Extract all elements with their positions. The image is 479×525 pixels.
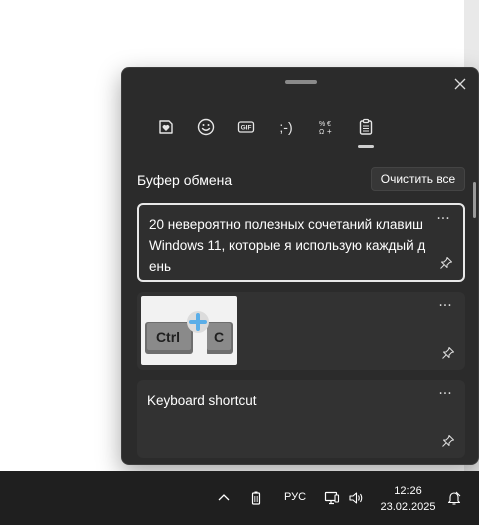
tab-clipboard[interactable]	[346, 114, 386, 148]
taskbar: РУС 12:26 23.02.2025	[0, 471, 479, 525]
tray-app-button[interactable]	[247, 489, 265, 507]
gif-label: GIF	[241, 125, 252, 132]
clipboard-item[interactable]: Ctrl C ···	[137, 292, 465, 370]
pin-icon	[442, 434, 455, 447]
more-icon: ···	[438, 298, 452, 314]
tab-kaomoji[interactable]: ;-)	[266, 114, 306, 140]
scrollbar[interactable]	[473, 182, 476, 218]
section-title: Буфер обмена	[137, 172, 233, 188]
more-icon: ···	[438, 386, 452, 402]
clock[interactable]: 12:26 23.02.2025	[376, 483, 440, 515]
svg-text:+: +	[327, 127, 332, 136]
clipboard-history-panel: GIF ;-) % € Ω + Буфер обмена Очистить вс…	[121, 67, 479, 465]
clipboard-item[interactable]: 20 невероятно полезных сочетаний клавиш …	[137, 203, 465, 282]
battery-icon	[251, 491, 261, 505]
clipboard-item-text: Keyboard shortcut	[147, 393, 257, 408]
pin-button[interactable]	[439, 344, 457, 362]
notifications-button[interactable]	[445, 489, 463, 507]
input-language-indicator[interactable]: РУС	[284, 491, 306, 503]
clock-time: 12:26	[394, 485, 422, 497]
smiley-icon	[197, 118, 215, 136]
network-icon	[324, 491, 340, 505]
more-options-button[interactable]: ···	[435, 298, 455, 314]
pin-button[interactable]	[437, 254, 455, 272]
svg-text:%: %	[319, 121, 325, 128]
clipboard-icon	[359, 118, 373, 135]
close-button[interactable]	[450, 74, 470, 94]
speaker-icon	[349, 492, 363, 504]
gif-icon: GIF	[237, 121, 255, 133]
symbols-icon: % € Ω +	[319, 121, 332, 136]
svg-text:Ω: Ω	[319, 129, 324, 136]
more-options-button[interactable]: ···	[433, 211, 453, 227]
show-hidden-icons-button[interactable]	[215, 489, 233, 507]
clipboard-image-thumbnail: Ctrl C	[141, 296, 237, 365]
kaomoji-icon: ;-)	[279, 119, 293, 135]
volume-button[interactable]	[347, 489, 365, 507]
network-button[interactable]	[323, 489, 341, 507]
tab-symbols[interactable]: % € Ω +	[306, 114, 346, 140]
close-icon	[454, 78, 466, 90]
clipboard-item[interactable]: Keyboard shortcut ···	[137, 380, 465, 458]
pin-icon	[442, 346, 455, 359]
tab-gif[interactable]: GIF	[226, 114, 266, 140]
clock-date: 23.02.2025	[380, 501, 436, 513]
more-options-button[interactable]: ···	[435, 386, 455, 402]
clear-all-button[interactable]: Очистить все	[371, 167, 465, 191]
tab-stickers[interactable]	[146, 114, 186, 140]
notification-bell-icon	[447, 491, 461, 505]
chevron-up-icon	[218, 494, 230, 501]
clipboard-item-text: 20 невероятно полезных сочетаний клавиш …	[149, 217, 426, 274]
tab-emoji[interactable]	[186, 114, 226, 140]
heart-sticker-icon	[159, 120, 173, 134]
drag-handle[interactable]	[285, 80, 317, 84]
more-icon: ···	[436, 211, 450, 227]
panel-tabs: GIF ;-) % € Ω +	[146, 114, 386, 148]
pin-icon	[440, 256, 453, 269]
c-key-label: C	[214, 329, 224, 345]
pin-button[interactable]	[439, 432, 457, 450]
ctrl-key-label: Ctrl	[156, 329, 180, 345]
